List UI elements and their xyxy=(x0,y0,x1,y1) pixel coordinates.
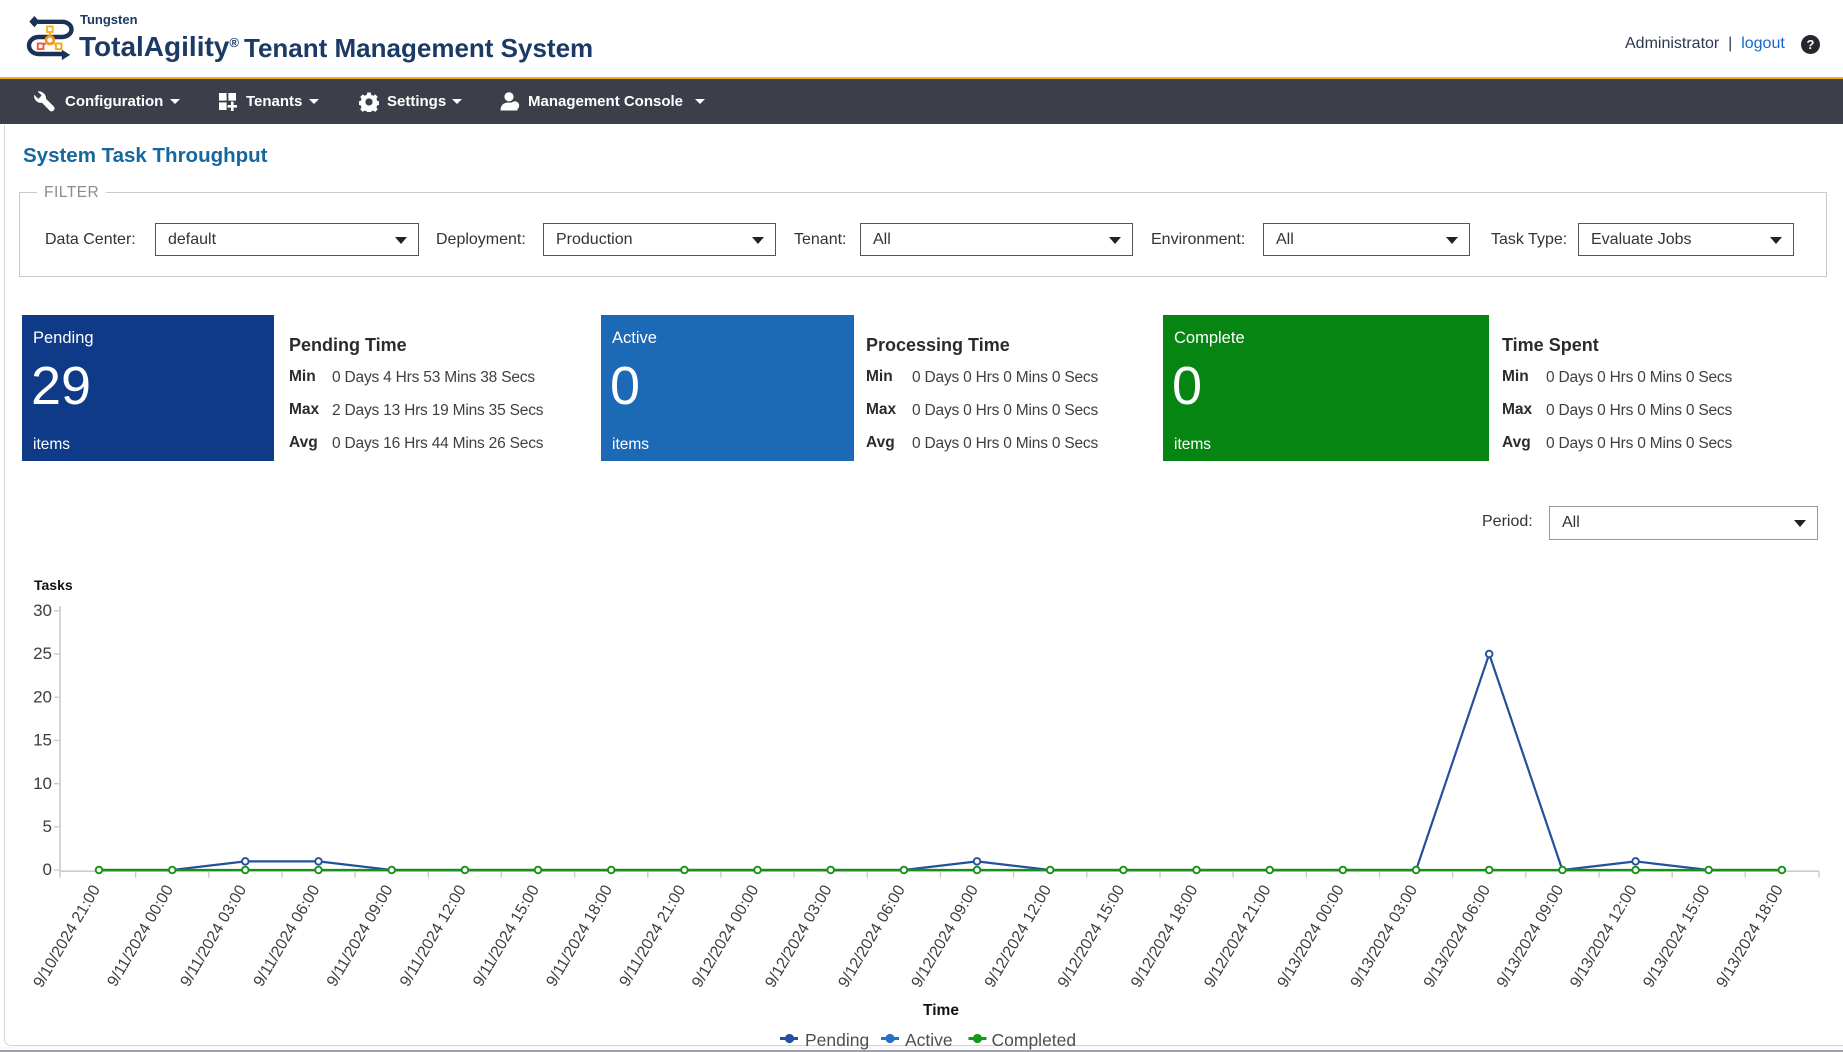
svg-text:Time: Time xyxy=(923,1002,959,1019)
svg-text:9/13/2024 09:00: 9/13/2024 09:00 xyxy=(1494,882,1567,990)
svg-text:9/12/2024 00:00: 9/12/2024 00:00 xyxy=(689,882,762,990)
svg-text:9/11/2024 00:00: 9/11/2024 00:00 xyxy=(104,882,177,989)
svg-text:9/11/2024 15:00: 9/11/2024 15:00 xyxy=(470,882,543,989)
svg-text:9/13/2024 12:00: 9/13/2024 12:00 xyxy=(1567,882,1640,990)
svg-text:Active: Active xyxy=(905,1030,953,1050)
svg-text:15: 15 xyxy=(33,731,52,750)
svg-text:9/13/2024 00:00: 9/13/2024 00:00 xyxy=(1274,882,1347,990)
svg-text:Pending: Pending xyxy=(805,1030,869,1050)
svg-text:0: 0 xyxy=(43,860,52,879)
svg-text:9/13/2024 03:00: 9/13/2024 03:00 xyxy=(1348,882,1421,990)
svg-text:9/12/2024 15:00: 9/12/2024 15:00 xyxy=(1055,882,1128,990)
svg-text:9/12/2024 06:00: 9/12/2024 06:00 xyxy=(835,882,908,990)
svg-text:9/12/2024 03:00: 9/12/2024 03:00 xyxy=(762,882,835,990)
svg-text:9/11/2024 21:00: 9/11/2024 21:00 xyxy=(617,882,690,989)
svg-text:9/12/2024 21:00: 9/12/2024 21:00 xyxy=(1201,882,1274,990)
svg-text:20: 20 xyxy=(33,687,52,706)
svg-text:9/13/2024 15:00: 9/13/2024 15:00 xyxy=(1640,882,1713,990)
svg-text:9/13/2024 18:00: 9/13/2024 18:00 xyxy=(1713,882,1786,990)
svg-text:9/12/2024 09:00: 9/12/2024 09:00 xyxy=(909,882,982,990)
svg-text:9/13/2024 06:00: 9/13/2024 06:00 xyxy=(1421,882,1494,990)
svg-text:25: 25 xyxy=(33,644,52,663)
svg-text:9/11/2024 18:00: 9/11/2024 18:00 xyxy=(543,882,616,989)
svg-text:9/11/2024 12:00: 9/11/2024 12:00 xyxy=(397,882,470,989)
svg-text:9/11/2024 09:00: 9/11/2024 09:00 xyxy=(324,882,397,989)
svg-text:5: 5 xyxy=(43,817,52,836)
svg-text:9/10/2024 21:00: 9/10/2024 21:00 xyxy=(31,882,104,990)
svg-text:9/11/2024 06:00: 9/11/2024 06:00 xyxy=(251,882,324,989)
svg-text:?: ? xyxy=(1806,37,1814,52)
svg-text:30: 30 xyxy=(33,601,52,620)
svg-text:9/12/2024 12:00: 9/12/2024 12:00 xyxy=(982,882,1055,990)
svg-text:Completed: Completed xyxy=(992,1030,1077,1050)
svg-text:9/11/2024 03:00: 9/11/2024 03:00 xyxy=(177,882,250,989)
svg-text:10: 10 xyxy=(33,774,52,793)
svg-text:9/12/2024 18:00: 9/12/2024 18:00 xyxy=(1128,882,1201,990)
